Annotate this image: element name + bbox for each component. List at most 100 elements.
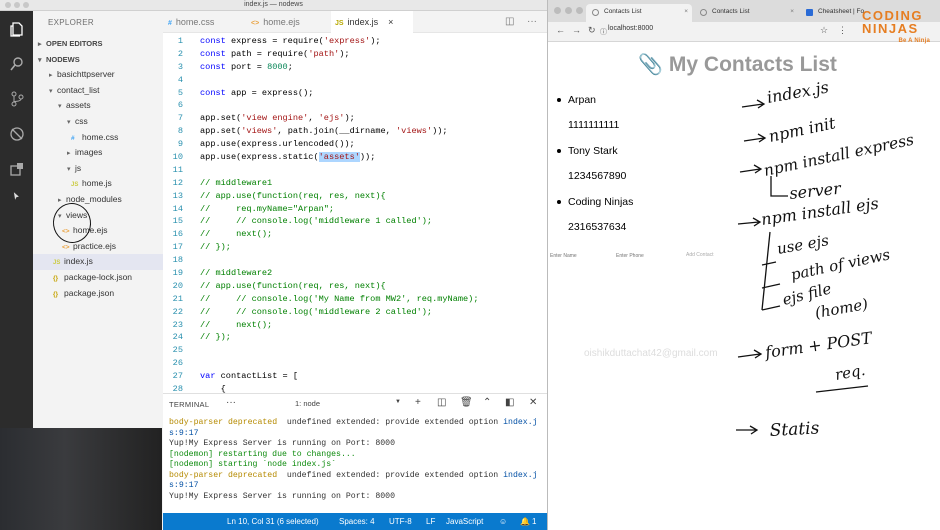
- more-actions-icon[interactable]: ···: [527, 11, 537, 33]
- code-line[interactable]: 17 // });: [163, 241, 547, 254]
- terminal-selector[interactable]: 1: node ▼: [295, 399, 401, 408]
- code-text: const express = require('express');: [200, 36, 381, 46]
- tree-folder-contact-list[interactable]: ▾ contact_list: [33, 83, 163, 99]
- smiley-icon[interactable]: ☺: [499, 517, 507, 526]
- terminal-line: s:9:17: [169, 429, 543, 440]
- line-number: 2: [177, 48, 183, 59]
- code-line[interactable]: 16 // next();: [163, 228, 547, 241]
- code-line[interactable]: 28 {: [163, 383, 547, 393]
- code-line[interactable]: 9 app.use(express.urlencoded());: [163, 138, 547, 151]
- code-line[interactable]: 18: [163, 254, 547, 267]
- code-text: // });: [200, 242, 231, 253]
- terminal-text: undefined extended: provide extended opt…: [277, 418, 504, 427]
- code-line[interactable]: 10 app.use(express.static('assets'));: [163, 151, 547, 164]
- code-line[interactable]: 19 // middleware2: [163, 267, 547, 280]
- line-number: 16: [172, 229, 183, 240]
- note-form-post: form + POST: [763, 328, 874, 362]
- project-section[interactable]: ▾ NODEWS: [33, 52, 163, 68]
- encoding[interactable]: UTF-8: [389, 517, 412, 526]
- tree-folder-node-modules[interactable]: ▸ node_modules: [33, 192, 163, 208]
- code-line[interactable]: 7 app.set('view engine', 'ejs');: [163, 112, 547, 125]
- tree-file-home-css[interactable]: # home.css: [33, 130, 163, 146]
- code-line[interactable]: 1 const express = require('express');: [163, 35, 547, 48]
- code-line[interactable]: 23 // next();: [163, 319, 547, 332]
- trash-icon[interactable]: 🗑: [460, 397, 473, 408]
- explorer-icon[interactable]: [0, 11, 33, 46]
- code-line[interactable]: 4: [163, 74, 547, 87]
- code-line[interactable]: 26: [163, 357, 547, 370]
- tree-file-package-json[interactable]: {} package.json: [33, 286, 163, 302]
- tree-file-practice-ejs[interactable]: <> practice.ejs: [33, 239, 163, 255]
- tree-folder-basichttpserver[interactable]: ▸ basichttpserver: [33, 67, 163, 83]
- tab-home-ejs[interactable]: <> home.ejs: [251, 11, 331, 33]
- close-panel-icon[interactable]: ✕: [529, 397, 537, 408]
- code-line[interactable]: 3 const port = 8000;: [163, 61, 547, 74]
- tree-folder-css[interactable]: ▾ css: [33, 114, 163, 130]
- line-number: 27: [172, 371, 183, 382]
- line-ending[interactable]: LF: [426, 517, 435, 526]
- code-text: // app.use(function(req, res, next){: [200, 280, 386, 291]
- ejs-file-icon: <>: [251, 20, 260, 27]
- code-line[interactable]: 21 // // console.log('My Name from MW2', …: [163, 293, 547, 306]
- tab-home-css[interactable]: # home.css: [168, 11, 248, 33]
- tree-file-home-js[interactable]: JS home.js: [33, 176, 163, 192]
- extensions-icon[interactable]: [0, 151, 33, 186]
- tree-file-package-lock-json[interactable]: {} package-lock.json: [33, 270, 163, 286]
- new-terminal-icon[interactable]: +: [415, 397, 421, 408]
- note-index-js: index.js: [765, 77, 830, 107]
- terminal-text: undefined extended: provide extended opt…: [277, 470, 504, 480]
- tree-file-index-js[interactable]: JS index.js: [33, 254, 163, 270]
- code-line[interactable]: 14 // req.myName="Arpan";: [163, 203, 547, 216]
- tab-index-js[interactable]: JS index.js ×: [331, 11, 413, 33]
- terminal-output[interactable]: body-parser deprecated undefined extende…: [169, 418, 543, 502]
- code-text: // next();: [200, 319, 273, 330]
- close-tab-icon[interactable]: ×: [388, 17, 393, 27]
- terminal-tab[interactable]: TERMINAL: [169, 400, 209, 409]
- code-line[interactable]: 5 const app = express();: [163, 87, 547, 100]
- note-use-ejs: use ejs: [776, 231, 831, 258]
- terminal-text: index.j: [503, 470, 538, 480]
- code-line[interactable]: 2 const path = require('path');: [163, 48, 547, 61]
- split-terminal-icon[interactable]: ◫: [437, 397, 446, 408]
- search-icon[interactable]: [0, 46, 33, 81]
- code-line[interactable]: 13 // app.use(function(req, res, next){: [163, 190, 547, 203]
- code-text: app.use(express.static('assets'));: [200, 152, 376, 163]
- bell-icon[interactable]: 🔔: [520, 517, 530, 526]
- mouse-cursor-icon: [0, 186, 33, 206]
- language-mode[interactable]: JavaScript: [446, 517, 483, 526]
- line-number: 15: [172, 216, 183, 227]
- note-npm-init: npm init: [767, 113, 838, 146]
- code-line[interactable]: 12 // middleware1: [163, 177, 547, 190]
- chevron-up-icon[interactable]: ⌃: [483, 397, 491, 408]
- tree-folder-assets[interactable]: ▾ assets: [33, 98, 163, 114]
- code-line[interactable]: 15 // // console.log('middleware 1 called…: [163, 215, 547, 228]
- terminal-line: Yup!My Express Server is running on Port…: [169, 492, 543, 503]
- terminal-text: body-parser: [169, 470, 228, 480]
- more-icon[interactable]: ···: [226, 397, 236, 408]
- tree-folder-js[interactable]: ▾ js: [33, 161, 163, 177]
- tree-folder-images[interactable]: ▸ images: [33, 145, 163, 161]
- debug-icon[interactable]: [0, 116, 33, 151]
- code-editor[interactable]: 1 const express = require('express'); 2 con…: [163, 35, 547, 393]
- code-line[interactable]: 20 // app.use(function(req, res, next){: [163, 280, 547, 293]
- source-control-icon[interactable]: [0, 81, 33, 116]
- code-line[interactable]: 8 app.set('views', path.join(__dirname, '…: [163, 125, 547, 138]
- split-editor-icon[interactable]: ◫: [505, 11, 514, 33]
- code-text: // // console.log('middleware 2 called')…: [200, 306, 433, 317]
- terminal-text: Yup!My Express Server is running on Port…: [169, 439, 396, 448]
- code-line[interactable]: 25: [163, 344, 547, 357]
- line-number: 18: [172, 255, 183, 266]
- code-line[interactable]: 22 // // console.log('middleware 2 called…: [163, 306, 547, 319]
- open-editors-section[interactable]: ▸ OPEN EDITORS: [33, 36, 163, 52]
- cursor-position[interactable]: Ln 10, Col 31 (6 selected): [227, 517, 319, 526]
- line-number: 22: [172, 306, 183, 317]
- maximize-panel-icon[interactable]: ◧: [505, 397, 514, 408]
- code-line[interactable]: 11: [163, 164, 547, 177]
- code-line[interactable]: 24 // });: [163, 331, 547, 344]
- code-line[interactable]: 27 var contactList = [: [163, 370, 547, 383]
- line-number: 13: [172, 190, 183, 201]
- indent-setting[interactable]: Spaces: 4: [339, 517, 375, 526]
- terminal-text: index.j: [503, 418, 538, 427]
- code-line[interactable]: 6: [163, 99, 547, 112]
- webcam-overlay: [0, 428, 162, 530]
